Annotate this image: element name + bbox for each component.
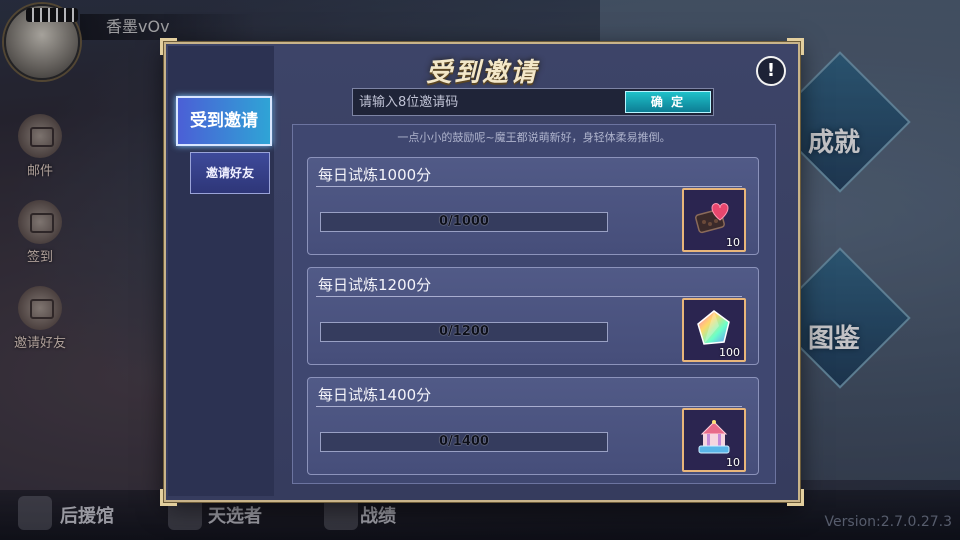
reward-card: 每日试炼1400分 0/1400 10 bbox=[307, 377, 759, 475]
reward-list-panel: 一点小小的鼓励呢~魔王都说萌新好，身轻体柔易推倒。 每日试炼1000分 0/10… bbox=[292, 124, 776, 484]
hint-text: 一点小小的鼓励呢~魔王都说萌新好，身轻体柔易推倒。 bbox=[397, 131, 671, 144]
progress-text: 0/1000 bbox=[439, 214, 489, 229]
reward-title: 每日试炼1400分 bbox=[318, 386, 432, 404]
rainbow-crystal-icon bbox=[697, 310, 730, 345]
tab-invite-friends[interactable]: 邀请好友 bbox=[190, 152, 270, 194]
divider bbox=[316, 406, 742, 407]
carousel-cake-icon bbox=[698, 420, 730, 454]
divider bbox=[316, 296, 742, 297]
progress-bar: 0/1000 bbox=[320, 212, 608, 232]
modal-title: 受到邀请 bbox=[425, 58, 538, 88]
reward-item-slot[interactable]: 10 bbox=[682, 188, 746, 252]
tab-received-invite[interactable]: 受到邀请 bbox=[176, 96, 272, 146]
confirm-button[interactable]: 确 定 bbox=[625, 91, 711, 113]
reward-item-slot[interactable]: 100 bbox=[682, 298, 746, 362]
heart-chocolate-box-icon bbox=[695, 203, 729, 234]
reward-title: 每日试炼1200分 bbox=[318, 276, 432, 294]
item-quantity: 10 bbox=[726, 456, 740, 469]
progress-text: 0/1200 bbox=[439, 324, 489, 339]
reward-title: 每日试炼1000分 bbox=[318, 166, 432, 184]
info-icon[interactable]: ! bbox=[756, 56, 786, 86]
invite-code-bar: 确 定 bbox=[352, 88, 714, 116]
invite-modal: 受到邀请 邀请好友 受到邀请 ! 确 定 一点小小的鼓励呢~魔王都说萌新好，身轻… bbox=[160, 38, 804, 506]
reward-card: 每日试炼1200分 0/1200 100 bbox=[307, 267, 759, 365]
invite-code-input[interactable] bbox=[359, 89, 621, 115]
item-quantity: 10 bbox=[726, 236, 740, 249]
progress-text: 0/1400 bbox=[439, 434, 489, 449]
progress-bar: 0/1400 bbox=[320, 432, 608, 452]
reward-card: 每日试炼1000分 0/1000 10 bbox=[307, 157, 759, 255]
frame-corner bbox=[787, 489, 804, 506]
reward-item-slot[interactable]: 10 bbox=[682, 408, 746, 472]
item-quantity: 100 bbox=[719, 346, 740, 359]
progress-bar: 0/1200 bbox=[320, 322, 608, 342]
divider bbox=[316, 186, 742, 187]
